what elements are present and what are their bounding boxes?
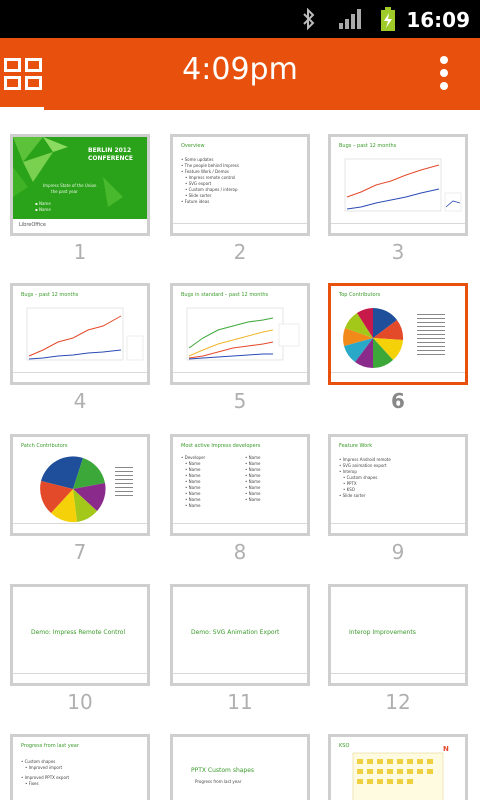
slide-footer: [13, 523, 147, 529]
slide-body-text: • Fixes: [25, 781, 39, 786]
slide-title: Demo: SVG Animation Export: [191, 629, 280, 636]
slide-preview: Patch Contributors: [10, 434, 150, 536]
slide-body-text: • Future ideas: [181, 199, 210, 204]
slide-footer: [173, 673, 307, 679]
slide-preview: PPTX Custom shapes Progress from last ye…: [170, 734, 310, 800]
slide-title: Overview: [181, 143, 205, 149]
line-chart-graphic: [186, 307, 300, 361]
slide-preview: Bugs – past 12 months: [328, 134, 468, 236]
slide-body-text: ▪ Name: [35, 207, 51, 212]
slide-footer: [173, 223, 307, 229]
menu-dot-icon: [440, 82, 448, 90]
app-bar: 4:09pm: [0, 38, 480, 110]
slide-number: 9: [391, 540, 405, 564]
slide-body-text: the past year: [51, 189, 78, 194]
status-bar: 16:09: [0, 0, 480, 38]
slide-footer: [331, 372, 465, 378]
menu-dot-icon: [440, 56, 448, 64]
slide-number: 7: [73, 540, 87, 564]
slide-preview: Overview • Some updates • The people beh…: [170, 134, 310, 236]
status-time: 16:09: [406, 8, 470, 32]
slide-number: 5: [233, 389, 247, 413]
shapes-grid-graphic: N: [352, 745, 449, 800]
menu-dot-icon: [440, 69, 448, 77]
slide-body-text: • Improved import: [25, 765, 63, 770]
bluetooth-icon: [303, 8, 315, 30]
slide-number: 3: [391, 240, 405, 264]
conference-logo-text: BERLIN 2012 CONFERENCE: [88, 147, 133, 162]
slide-preview: Bugs – past 12 months: [10, 283, 150, 385]
slide-footer: [173, 523, 307, 529]
slide-title: Progress from last year: [21, 743, 79, 749]
slide-footer: [173, 372, 307, 378]
slide-footer: [331, 523, 465, 529]
slide-number: 6: [391, 389, 405, 413]
slide-preview: Bugs in standard – past 12 months: [170, 283, 310, 385]
slide-preview: BERLIN 2012 CONFERENCE Impress State of …: [10, 134, 150, 236]
slide-number: 2: [233, 240, 247, 264]
slide-footer: [331, 223, 465, 229]
slide-number: 10: [67, 690, 93, 714]
slide-thumbnail-grid: BERLIN 2012 CONFERENCE Impress State of …: [0, 110, 480, 800]
slide-footer: [331, 673, 465, 679]
slide-preview: Feature Work • Impress Android remote • …: [328, 434, 468, 536]
slide-body-text: • Slide sorter: [339, 493, 366, 498]
slide-preview: KSO N: [328, 734, 468, 800]
slide-preview: Demo: SVG Animation Export: [170, 584, 310, 686]
slide-number: 1: [73, 240, 87, 264]
slide-body-text: Progress from last year: [195, 779, 242, 784]
slide-preview: Demo: Impress Remote Control: [10, 584, 150, 686]
overflow-menu-button[interactable]: [440, 56, 450, 92]
slide-title: Interop Improvements: [349, 629, 416, 636]
slide-body-text: • Name: [245, 497, 261, 502]
line-chart-graphic: [344, 158, 462, 212]
slide-title: PPTX Custom shapes: [191, 767, 255, 774]
slide-preview: Most active Impress developers • Develop…: [170, 434, 310, 536]
battery-charging-icon: [381, 7, 395, 31]
slide-title: Demo: Impress Remote Control: [31, 629, 126, 636]
slide-footer: [13, 372, 147, 378]
app-title: 4:09pm: [182, 52, 298, 87]
slide-number: 8: [233, 540, 247, 564]
slide-number: 4: [73, 389, 87, 413]
slide-title: Feature Work: [339, 443, 373, 449]
libreoffice-logo: LibreOffice: [19, 222, 46, 228]
slide-preview: Interop Improvements: [328, 584, 468, 686]
slide-footer: [13, 673, 147, 679]
slide-number: 11: [227, 690, 253, 714]
signal-icon: [339, 9, 361, 29]
slide-number: 12: [385, 690, 411, 714]
pie-chart-graphic: [40, 456, 133, 523]
slide-preview: Top Contributors: [328, 283, 468, 385]
slide-preview: Progress from last year • Custom shapes …: [10, 734, 150, 800]
pie-chart-graphic: [343, 308, 445, 368]
svg-text:N: N: [443, 745, 449, 753]
slide-body-text: • Name: [185, 503, 201, 508]
line-chart-graphic: [26, 307, 144, 361]
slide-title: Most active Impress developers: [181, 443, 261, 449]
